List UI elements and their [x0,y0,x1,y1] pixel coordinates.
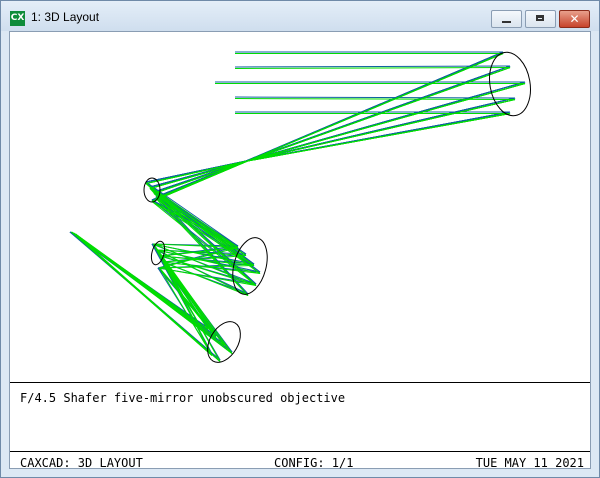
maximize-icon [536,15,544,21]
ray [155,198,261,274]
close-icon: ✕ [569,12,580,26]
close-button[interactable]: ✕ [559,10,590,28]
ray [234,98,516,100]
ray [245,97,516,162]
status-program: CAXCAD: 3D LAYOUT [20,456,143,470]
layout-canvas[interactable] [10,32,590,382]
ray [145,160,248,184]
app-window: CX 1: 3D Layout ✕ F/4.5 Shafer five-mirr… [0,0,600,478]
window-title: 1: 3D Layout [31,10,100,24]
divider [10,451,590,452]
ray [247,53,504,162]
ray-bundle-blue [69,51,526,361]
ray [151,201,239,248]
minimize-icon [502,21,511,23]
status-config: CONFIG: 1/1 [274,456,354,470]
minimize-button[interactable] [491,10,522,28]
ray [149,160,248,189]
ray [151,160,248,202]
title-bar[interactable]: CX 1: 3D Layout ✕ [1,1,599,31]
ray [247,113,511,162]
layout-caption: F/4.5 Shafer five-mirror unobscured obje… [20,391,346,405]
layout-view: F/4.5 Shafer five-mirror unobscured obje… [9,31,591,470]
ray-bundle-green [71,53,526,362]
ray [247,99,516,162]
ray [247,83,526,162]
maximize-button[interactable] [525,10,556,28]
ray [159,267,213,356]
status-date: TUE MAY 11 2021 [475,456,584,470]
ray [245,81,526,162]
app-icon: CX [10,11,25,26]
divider [10,382,590,383]
